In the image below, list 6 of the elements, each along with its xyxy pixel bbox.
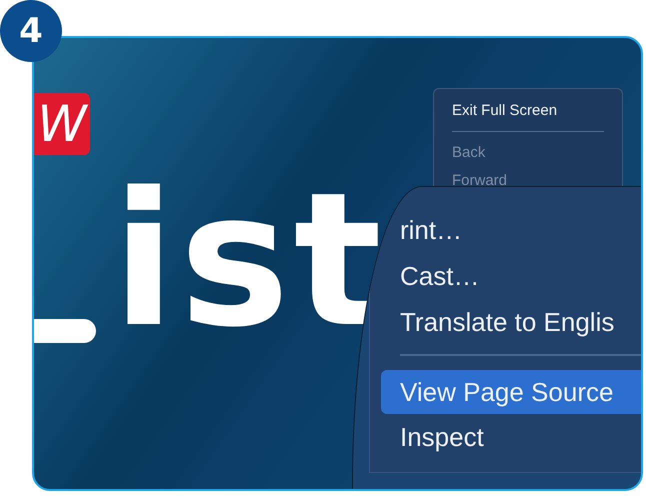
- menu-item[interactable]: Inspect: [370, 414, 641, 460]
- step-badge: 4: [0, 0, 62, 62]
- menu-item[interactable]: View Page Source: [381, 370, 641, 414]
- menu-item[interactable]: Exit Full Screen: [434, 97, 622, 125]
- logo: W: [34, 93, 90, 155]
- letter-fragment: [34, 319, 96, 343]
